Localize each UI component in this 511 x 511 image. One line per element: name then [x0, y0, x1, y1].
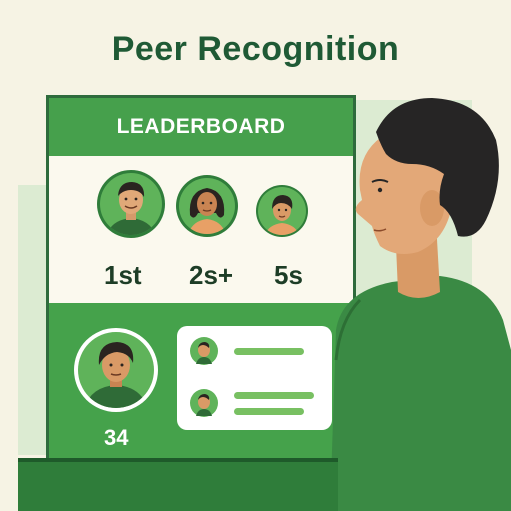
person-illustration: [330, 98, 511, 511]
desk-surface: [18, 458, 338, 511]
desk-edge: [18, 458, 338, 462]
